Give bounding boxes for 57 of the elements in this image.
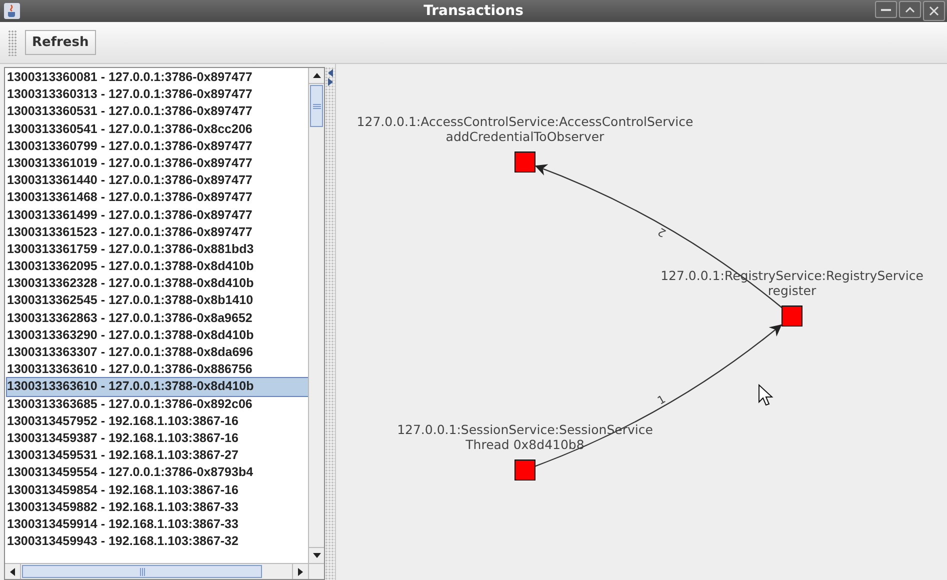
transaction-item[interactable]: 1300313360799 - 127.0.0.1:3786-0x897477 (7, 138, 308, 155)
caret-down-icon (312, 553, 320, 558)
caret-right-icon (298, 568, 303, 576)
transaction-item[interactable]: 1300313363610 - 127.0.0.1:3786-0x886756 (7, 361, 308, 378)
transaction-item[interactable]: 1300313362328 - 127.0.0.1:3788-0x8d410b (7, 275, 308, 292)
java-cup-icon (4, 3, 20, 19)
transaction-item[interactable]: 1300313361499 - 127.0.0.1:3786-0x897477 (7, 206, 308, 224)
caret-up-icon (312, 73, 320, 78)
transaction-item[interactable]: 1300313363685 - 127.0.0.1:3786-0x892c06 (7, 396, 308, 413)
close-button[interactable] (923, 1, 945, 21)
transaction-item[interactable]: 1300313361759 - 127.0.0.1:3786-0x881bd3 (7, 240, 308, 258)
vertical-scrollbar[interactable] (308, 68, 324, 563)
transaction-item[interactable]: 1300313459387 - 192.168.1.103:3867-16 (7, 430, 308, 448)
transaction-item[interactable]: 1300313459882 - 192.168.1.103:3867-33 (7, 498, 308, 516)
transaction-item[interactable]: 1300313360313 - 127.0.0.1:3786-0x897477 (7, 86, 308, 104)
caret-left-icon (10, 568, 15, 576)
transaction-item[interactable]: 1300313459554 - 127.0.0.1:3786-0x8793b4 (7, 464, 308, 482)
transaction-item[interactable]: 1300313361468 - 127.0.0.1:3786-0x897477 (7, 189, 308, 206)
transaction-item[interactable]: 1300313457952 - 192.168.1.103:3867-16 (7, 412, 308, 430)
refresh-button[interactable]: Refresh (25, 30, 96, 55)
scroll-thumb[interactable] (310, 85, 323, 127)
transaction-item[interactable]: 1300313459914 - 192.168.1.103:3867-33 (7, 516, 308, 534)
transaction-item[interactable]: 1300313363307 - 127.0.0.1:3788-0x8da696 (7, 344, 308, 362)
edge-label: 2 (656, 224, 668, 240)
transaction-item[interactable]: 1300313360531 - 127.0.0.1:3786-0x897477 (7, 103, 308, 121)
caret-left-icon (328, 69, 332, 77)
horizontal-scrollbar[interactable] (5, 564, 308, 579)
graph-node[interactable] (782, 306, 802, 326)
graph-node[interactable] (514, 460, 536, 480)
graph-node[interactable] (514, 152, 536, 172)
grip-icon (140, 568, 144, 576)
close-icon (929, 6, 939, 16)
transaction-item[interactable]: 1300313361440 - 127.0.0.1:3786-0x897477 (7, 172, 308, 190)
caret-right-icon (328, 78, 332, 86)
mouse-cursor-icon (758, 384, 774, 406)
transaction-item[interactable]: 1300313362863 - 127.0.0.1:3786-0x8a9652 (7, 310, 308, 327)
toolbar-grip[interactable] (8, 30, 17, 56)
transaction-item[interactable]: 1300313363290 - 127.0.0.1:3788-0x8d410b (7, 326, 308, 344)
caret-up-icon (905, 6, 915, 12)
window-title: Transactions (424, 2, 524, 20)
transaction-item[interactable]: 1300313360541 - 127.0.0.1:3786-0x8cc206 (7, 120, 308, 138)
scroll-thumb[interactable] (22, 565, 262, 578)
transaction-item[interactable]: 1300313459531 - 192.168.1.103:3867-27 (7, 447, 308, 464)
transaction-item[interactable]: 1300313360081 - 127.0.0.1:3786-0x897477 (7, 69, 308, 86)
transaction-item[interactable]: 1300313361019 - 127.0.0.1:3786-0x897477 (7, 154, 308, 172)
transaction-item[interactable]: 1300313459943 - 192.168.1.103:3867-32 (7, 533, 308, 550)
minimize-icon (881, 8, 891, 10)
transaction-item[interactable]: 1300313361523 - 127.0.0.1:3786-0x897477 (7, 224, 308, 241)
transaction-item[interactable]: 1300313363610 - 127.0.0.1:3788-0x8d410b (7, 378, 308, 396)
edge-label: 1 (655, 392, 668, 408)
minimize-button[interactable] (875, 1, 897, 18)
node-label: 127.0.0.1:AccessControlService:AccessControlService addCredentialToObserver (356, 114, 694, 144)
maximize-button[interactable] (899, 1, 921, 18)
transaction-item[interactable]: 1300313362545 - 127.0.0.1:3788-0x8b1410 (7, 292, 308, 310)
transaction-item[interactable]: 1300313459854 - 192.168.1.103:3867-16 (7, 482, 308, 499)
transaction-item[interactable]: 1300313362095 - 127.0.0.1:3788-0x8d410b (7, 258, 308, 276)
grip-icon (312, 104, 320, 108)
